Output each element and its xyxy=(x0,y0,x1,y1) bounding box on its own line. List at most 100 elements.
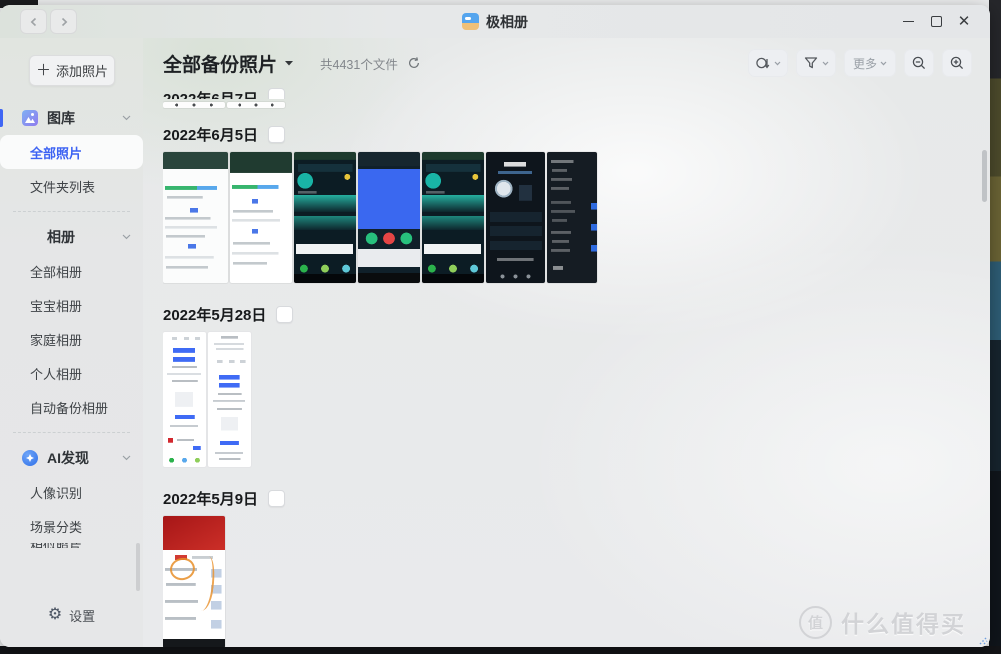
photo-row xyxy=(163,332,974,467)
minimize-icon xyxy=(903,21,914,22)
resize-handle[interactable] xyxy=(976,633,988,645)
date-section: 2022年6月5日 xyxy=(163,124,974,283)
forward-button[interactable] xyxy=(50,9,77,34)
zoom-in-icon xyxy=(949,55,965,71)
sidebar-group-gallery[interactable]: 图库 xyxy=(0,101,143,135)
main-header: 全部备份照片 共4431个文件 xyxy=(143,38,990,88)
settings-label: 设置 xyxy=(69,606,95,625)
photo-thumbnail[interactable] xyxy=(208,332,251,467)
sidebar-group-label: 相册 xyxy=(47,227,75,247)
date-select-checkbox[interactable] xyxy=(268,126,285,143)
chevron-down-icon xyxy=(122,234,131,240)
photo-thumbnail[interactable] xyxy=(227,102,285,108)
date-section: 2022年5月28日 xyxy=(163,304,974,467)
file-count-label: 共4431个文件 xyxy=(320,54,398,73)
sidebar-divider xyxy=(13,432,130,433)
zoom-in-button[interactable] xyxy=(942,49,972,77)
more-label: 更多 xyxy=(853,55,877,72)
resize-grip-icon xyxy=(976,633,988,645)
plus-icon: ＋ xyxy=(36,63,51,78)
chevron-down-icon xyxy=(880,61,887,66)
photo-thumbnail[interactable] xyxy=(230,152,292,283)
gallery-icon xyxy=(22,110,38,126)
photo-thumbnail[interactable] xyxy=(163,332,206,467)
sidebar-item[interactable]: 宝宝相册 xyxy=(0,288,143,322)
sort-by-time-icon xyxy=(755,55,771,71)
title-dropdown-button[interactable] xyxy=(284,60,294,66)
more-button[interactable]: 更多 xyxy=(844,49,896,77)
chevron-left-icon xyxy=(29,17,39,27)
photo-thumbnail[interactable] xyxy=(294,152,356,283)
desktop-background xyxy=(0,646,1001,654)
sidebar-item[interactable]: 场景分类 xyxy=(0,509,143,543)
app-window: 极相册 ✕ ＋ 添加照片 图库全部照片文件夹列表相册全部相册宝宝相册家庭相册个人… xyxy=(0,5,990,647)
sidebar: ＋ 添加照片 图库全部照片文件夹列表相册全部相册宝宝相册家庭相册个人相册自动备份… xyxy=(0,38,143,647)
photo-thumbnail[interactable] xyxy=(422,152,484,283)
toolbar: 更多 xyxy=(748,49,972,77)
date-label: 2022年6月5日 xyxy=(163,124,258,145)
sidebar-group-label: AI发现 xyxy=(47,448,89,468)
date-header: 2022年6月7日 xyxy=(163,88,974,99)
sidebar-item[interactable]: 个人相册 xyxy=(0,356,143,390)
watermark-text: 什么值得买 xyxy=(841,605,966,639)
photo-row xyxy=(163,102,974,108)
chevron-down-icon xyxy=(774,61,781,66)
main-panel: 全部备份照片 共4431个文件 xyxy=(143,38,990,647)
watermark-badge: 值 xyxy=(799,606,832,639)
titlebar[interactable]: 极相册 ✕ xyxy=(0,5,990,38)
date-section: 2022年6月7日 xyxy=(163,88,974,108)
sidebar-item[interactable]: 文件夹列表 xyxy=(0,169,143,203)
add-photos-label: 添加照片 xyxy=(56,61,108,80)
sidebar-item[interactable]: 家庭相册 xyxy=(0,322,143,356)
date-select-checkbox[interactable] xyxy=(276,306,293,323)
sidebar-item[interactable]: 相似照片 xyxy=(0,543,143,548)
minimize-button[interactable] xyxy=(894,10,922,34)
photo-thumbnail[interactable] xyxy=(163,152,228,283)
date-label: 2022年6月7日 xyxy=(163,88,258,99)
date-select-checkbox[interactable] xyxy=(268,88,285,99)
refresh-icon xyxy=(407,56,421,70)
sidebar-group-label: 图库 xyxy=(47,108,75,128)
chevron-down-icon xyxy=(122,455,131,461)
close-icon: ✕ xyxy=(958,14,971,29)
photo-thumbnail[interactable] xyxy=(163,516,225,647)
watermark: 值 什么值得买 xyxy=(799,605,966,639)
chevron-down-icon xyxy=(122,115,131,121)
sidebar-item[interactable]: 全部照片 xyxy=(0,135,143,169)
photo-thumbnail[interactable] xyxy=(547,152,597,283)
sidebar-item[interactable]: 自动备份相册 xyxy=(0,390,143,424)
photo-grid: 2022年6月7日 2022年6月5日 2022年5月28日 2022年5月9日 xyxy=(163,88,974,647)
sort-button[interactable] xyxy=(748,49,788,77)
album-icon xyxy=(22,229,38,245)
date-label: 2022年5月28日 xyxy=(163,304,266,325)
date-header: 2022年6月5日 xyxy=(163,124,974,144)
add-photos-button[interactable]: ＋ 添加照片 xyxy=(29,55,115,86)
app-title: 极相册 xyxy=(486,12,528,32)
back-button[interactable] xyxy=(20,9,47,34)
sidebar-divider xyxy=(13,211,130,212)
sidebar-group-albums[interactable]: 相册 xyxy=(0,220,143,254)
date-label: 2022年5月9日 xyxy=(163,488,258,509)
app-logo-icon xyxy=(462,13,479,30)
sidebar-group-ai[interactable]: AI发现 xyxy=(0,441,143,475)
refresh-button[interactable] xyxy=(407,56,421,70)
date-header: 2022年5月28日 xyxy=(163,304,974,324)
main-scrollbar[interactable] xyxy=(982,150,987,202)
photo-thumbnail[interactable] xyxy=(358,152,420,283)
sidebar-item-settings[interactable]: ⚙ 设置 xyxy=(0,583,143,647)
sidebar-item[interactable]: 全部相册 xyxy=(0,254,143,288)
maximize-button[interactable] xyxy=(922,10,950,34)
sidebar-item[interactable]: 人像识别 xyxy=(0,475,143,509)
photo-thumbnail[interactable] xyxy=(486,152,545,283)
chevron-right-icon xyxy=(59,17,69,27)
photo-thumbnail[interactable] xyxy=(163,102,225,108)
zoom-out-button[interactable] xyxy=(904,49,934,77)
ai-icon xyxy=(22,450,38,466)
close-button[interactable]: ✕ xyxy=(950,10,978,34)
maximize-icon xyxy=(931,16,942,27)
desktop-background-strip xyxy=(989,0,1001,654)
date-select-checkbox[interactable] xyxy=(268,490,285,507)
sidebar-nav: 图库全部照片文件夹列表相册全部相册宝宝相册家庭相册个人相册自动备份相册 AI发现人… xyxy=(0,101,143,569)
zoom-out-icon xyxy=(911,55,927,71)
filter-button[interactable] xyxy=(796,49,836,77)
